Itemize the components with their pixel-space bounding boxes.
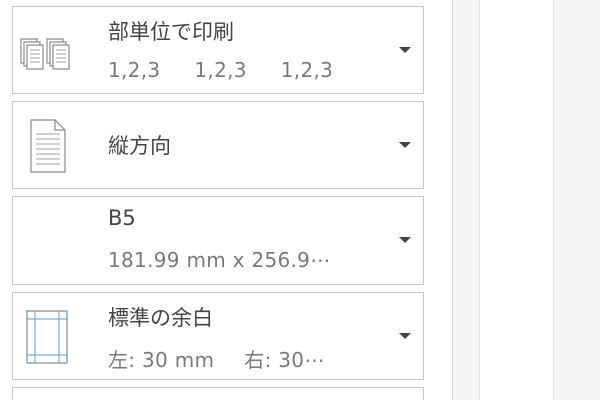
orientation-text: 縦方向 — [108, 102, 378, 188]
collation-text: 部単位で印刷 1,2,3 1,2,3 1,2,3 — [108, 7, 378, 93]
margins-icon — [26, 310, 68, 364]
collation-order-set: 1,2,3 — [194, 58, 247, 82]
portrait-page-icon — [30, 119, 66, 173]
preview-page — [479, 0, 554, 400]
margins-dropdown[interactable]: 標準の余白 左: 30 mm 右: 30⋯ — [12, 292, 424, 380]
print-preview-area — [453, 0, 600, 400]
collation-order: 1,2,3 1,2,3 1,2,3 — [108, 58, 367, 82]
chevron-down-icon — [399, 333, 411, 339]
print-settings-panel: 部単位で印刷 1,2,3 1,2,3 1,2,3 縦方向 B5 181.99 m… — [0, 0, 440, 400]
margins-label: 標準の余白 — [108, 306, 213, 330]
margin-left-value: 左: 30 mm — [108, 348, 215, 372]
collation-order-set: 1,2,3 — [108, 58, 161, 82]
margin-right-value: 右: 30⋯ — [244, 348, 325, 372]
collated-pages-icon — [20, 38, 70, 70]
paper-size-text: B5 181.99 mm x 256.9⋯ — [108, 197, 378, 284]
collation-label: 部単位で印刷 — [108, 20, 234, 44]
print-backstage-view: 部単位で印刷 1,2,3 1,2,3 1,2,3 縦方向 B5 181.99 m… — [0, 0, 600, 400]
orientation-dropdown[interactable]: 縦方向 — [12, 101, 424, 189]
collation-order-set: 1,2,3 — [280, 58, 334, 82]
chevron-down-icon — [399, 47, 411, 53]
paper-size-label: B5 — [108, 206, 136, 230]
next-setting-dropdown[interactable] — [12, 387, 424, 400]
paper-size-dropdown[interactable]: B5 181.99 mm x 256.9⋯ — [12, 196, 424, 285]
margins-text: 標準の余白 左: 30 mm 右: 30⋯ — [108, 293, 378, 379]
collation-dropdown[interactable]: 部単位で印刷 1,2,3 1,2,3 1,2,3 — [12, 6, 424, 94]
chevron-down-icon — [399, 142, 411, 148]
chevron-down-icon — [399, 237, 411, 243]
margins-values: 左: 30 mm 右: 30⋯ — [108, 344, 325, 373]
paper-size-dimensions: 181.99 mm x 256.9⋯ — [108, 248, 331, 272]
orientation-label: 縦方向 — [108, 134, 171, 158]
